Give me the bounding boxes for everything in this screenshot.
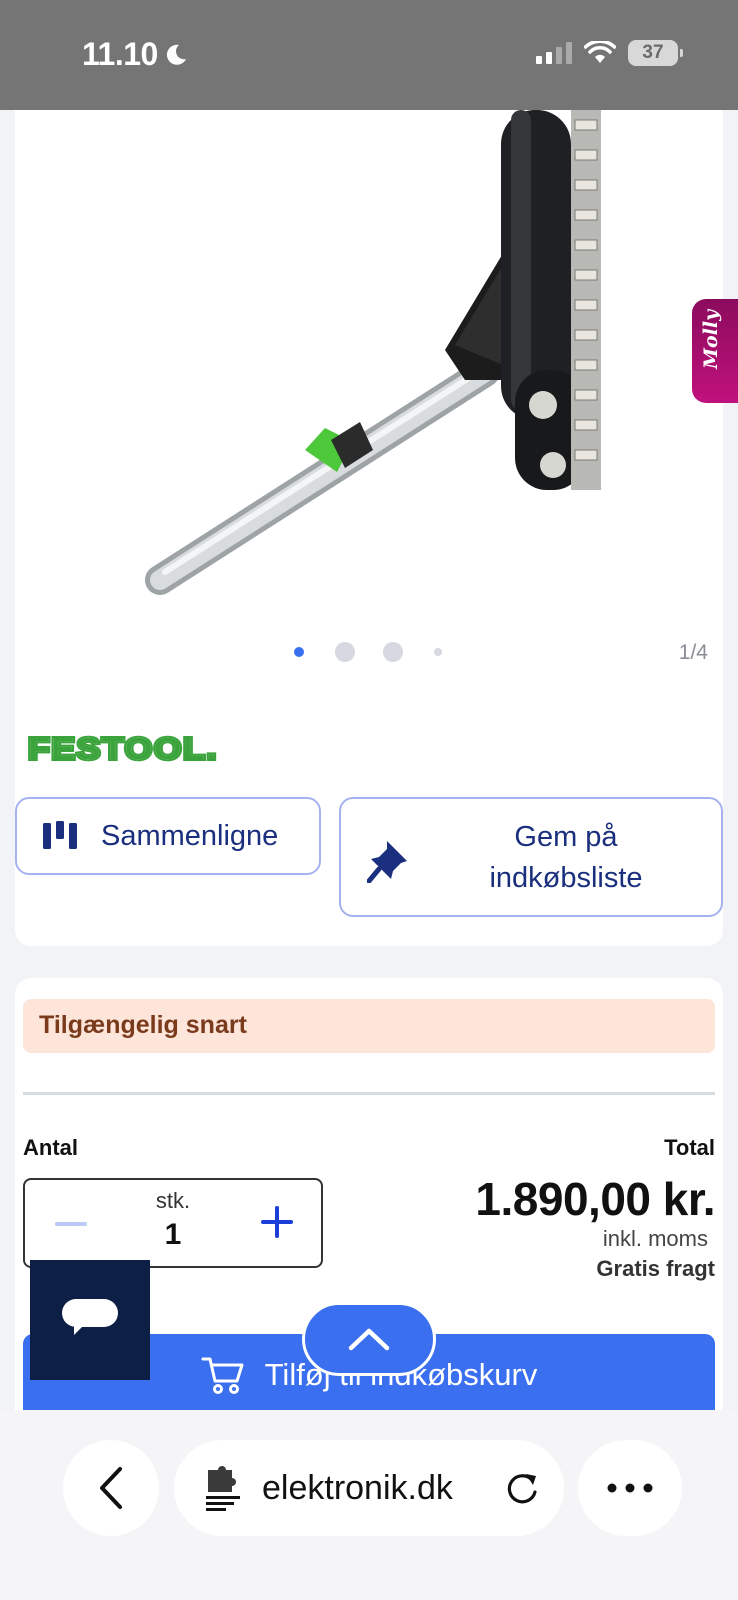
product-image[interactable] bbox=[15, 110, 723, 620]
browser-toolbar: elektronik.dk bbox=[0, 1410, 738, 1600]
cart-icon bbox=[201, 1357, 244, 1394]
more-button[interactable] bbox=[578, 1440, 682, 1536]
chevron-up-icon bbox=[348, 1328, 390, 1351]
compare-button[interactable]: Sammenligne bbox=[15, 797, 321, 875]
quantity-stepper: stk. 1 bbox=[23, 1178, 323, 1268]
save-label: Gem på indkøbsliste bbox=[451, 817, 681, 899]
reload-icon[interactable] bbox=[504, 1470, 540, 1506]
shipping-note: Gratis fragt bbox=[596, 1256, 715, 1281]
save-label-line1: Gem på bbox=[514, 821, 618, 853]
total-price: 1.890,00 kr. bbox=[475, 1173, 715, 1225]
battery-level: 37 bbox=[642, 42, 664, 63]
url-text: elektronik.dk bbox=[262, 1468, 453, 1507]
carousel-pagination bbox=[0, 640, 738, 664]
battery-icon: 37 bbox=[628, 40, 683, 66]
vat-note: inkl. moms bbox=[602, 1226, 708, 1251]
save-to-list-button[interactable]: Gem på indkøbsliste bbox=[339, 797, 723, 917]
status-indicators: 37 bbox=[536, 40, 683, 66]
scroll-to-top-button[interactable] bbox=[302, 1302, 436, 1376]
carousel-dot[interactable] bbox=[335, 642, 355, 662]
clock-text: 11.10 bbox=[82, 36, 158, 72]
address-bar[interactable]: elektronik.dk bbox=[174, 1440, 564, 1536]
molly-assistant-tab[interactable]: Molly bbox=[692, 299, 738, 403]
cellular-signal-icon bbox=[536, 42, 572, 64]
status-time: 11.10 bbox=[82, 36, 188, 73]
more-dots-icon bbox=[607, 1483, 653, 1493]
brand-logo[interactable]: FESTOOL. FESTOOL. bbox=[26, 729, 228, 770]
status-bar: 11.10 37 bbox=[0, 0, 738, 110]
moon-icon bbox=[166, 44, 186, 65]
carousel-dot-active[interactable] bbox=[294, 647, 304, 657]
availability-banner: Tilgængelig snart bbox=[23, 999, 715, 1053]
extensions-reader-icon[interactable] bbox=[204, 1464, 242, 1512]
compare-label: Sammenligne bbox=[101, 819, 279, 852]
carousel-dot[interactable] bbox=[434, 648, 442, 656]
festool-logo: FESTOOL. FESTOOL. bbox=[26, 729, 218, 768]
chat-button[interactable] bbox=[30, 1260, 150, 1380]
save-label-line2: indkøbsliste bbox=[489, 862, 643, 894]
image-counter: 1/4 bbox=[678, 641, 708, 664]
chat-bubble-icon bbox=[62, 1299, 118, 1335]
divider bbox=[23, 1092, 715, 1095]
pushpin-icon bbox=[367, 841, 407, 883]
svg-text:FESTOOL.: FESTOOL. bbox=[28, 733, 218, 765]
quantity-label: Antal bbox=[23, 1135, 78, 1160]
back-button[interactable] bbox=[63, 1440, 159, 1536]
molly-label: Molly bbox=[700, 309, 722, 369]
total-label: Total bbox=[664, 1135, 715, 1160]
chevron-left-icon bbox=[100, 1467, 122, 1509]
carousel-dot[interactable] bbox=[383, 642, 403, 662]
increase-quantity-button[interactable] bbox=[261, 1206, 293, 1238]
wifi-icon bbox=[584, 41, 616, 63]
compare-icon bbox=[43, 821, 77, 849]
